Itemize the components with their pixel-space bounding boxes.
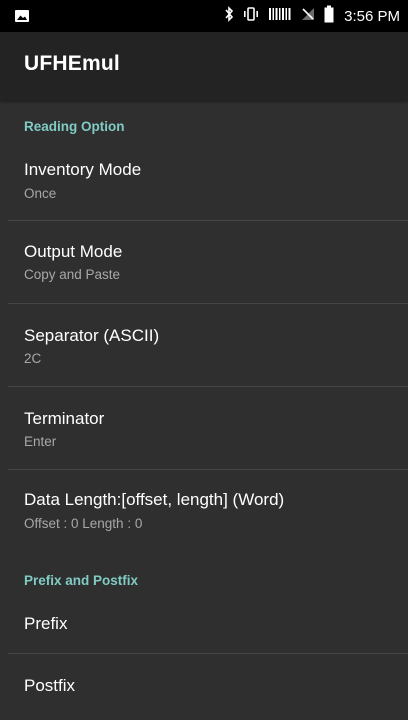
bluetooth-icon (224, 5, 234, 27)
signal-icon (268, 6, 292, 27)
vibrate-icon (242, 6, 260, 27)
terminator-title: Terminator (24, 409, 105, 428)
prefix-title: Prefix (24, 614, 68, 633)
inventory-mode-title: Inventory Mode (24, 160, 142, 179)
inventory-mode-summary: Once (24, 186, 57, 201)
data-length-summary: Offset : 0 Length : 0 (24, 516, 143, 531)
output-mode-title: Output Mode (24, 242, 123, 261)
output-mode-summary: Copy and Paste (24, 267, 121, 282)
postfix-preference[interactable]: Postfix (0, 654, 408, 720)
no-sim-icon (300, 6, 316, 27)
category-prefix-postfix: Prefix and Postfix (24, 573, 139, 588)
status-icons: 3:56 PM (224, 0, 400, 32)
inventory-mode-preference[interactable]: Inventory Mode Once (0, 144, 408, 220)
output-mode-preference[interactable]: Output Mode Copy and Paste (0, 221, 408, 303)
app-bar: UFHEmul (0, 32, 408, 100)
image-icon (14, 8, 30, 29)
separator-summary: 2C (24, 351, 42, 366)
data-length-preference[interactable]: Data Length:[offset, length] (Word) Offs… (0, 470, 408, 554)
terminator-preference[interactable]: Terminator Enter (0, 387, 408, 469)
category-reading-option: Reading Option (24, 119, 125, 134)
prefix-preference[interactable]: Prefix (0, 598, 408, 653)
postfix-title: Postfix (24, 676, 76, 695)
battery-icon (324, 5, 334, 28)
separator-preference[interactable]: Separator (ASCII) 2C (0, 304, 408, 386)
status-time: 3:56 PM (344, 7, 400, 25)
terminator-summary: Enter (24, 434, 57, 449)
app-title: UFHEmul (24, 52, 120, 75)
separator-title: Separator (ASCII) (24, 326, 160, 345)
data-length-title: Data Length:[offset, length] (Word) (24, 490, 285, 509)
status-bar: 3:56 PM (0, 0, 408, 32)
